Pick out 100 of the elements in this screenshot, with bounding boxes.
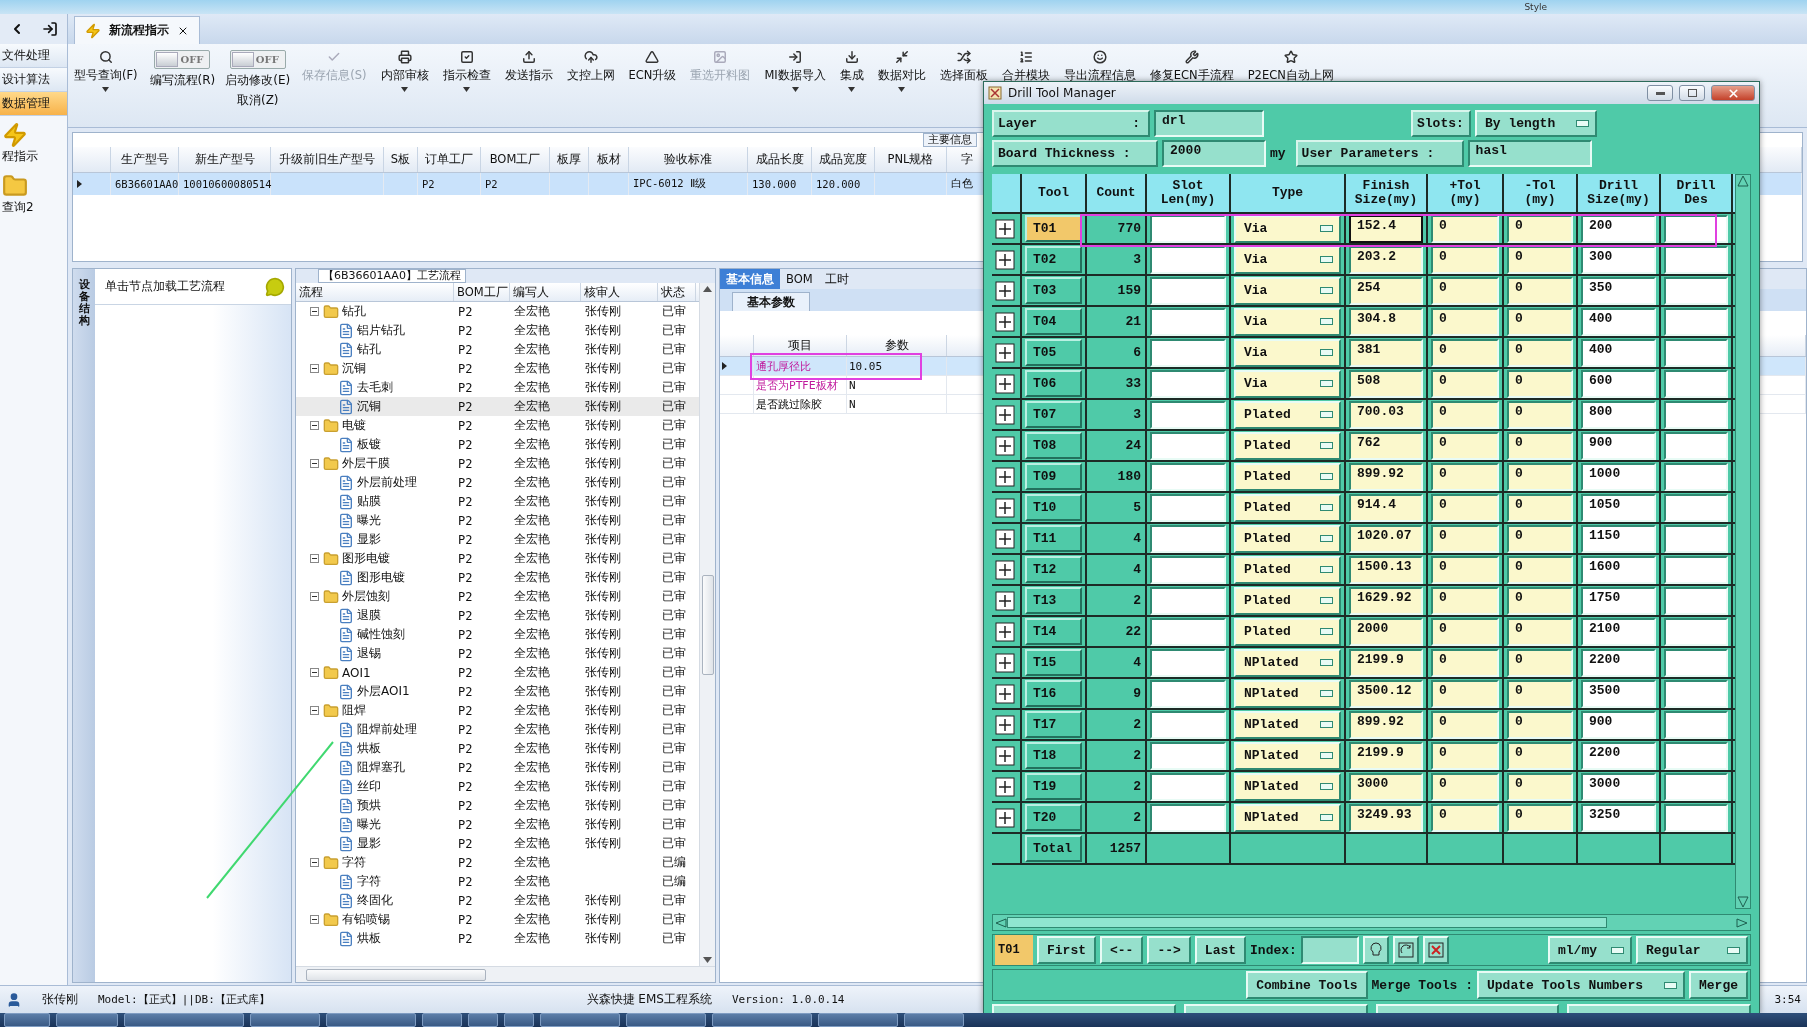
- minus-tolerance-field[interactable]: 0: [1507, 214, 1573, 243]
- type-dropdown[interactable]: Plated: [1234, 462, 1341, 491]
- type-dropdown[interactable]: Plated: [1234, 586, 1341, 615]
- drill-size-field[interactable]: 1000: [1581, 462, 1656, 491]
- drill-size-field[interactable]: 3250: [1581, 803, 1656, 832]
- finish-size-field[interactable]: 381: [1349, 338, 1423, 367]
- tree-node-label[interactable]: 去毛刺: [357, 379, 393, 396]
- tree-node-label[interactable]: 阻焊前处理: [357, 721, 417, 738]
- tree-node-label[interactable]: 丝印: [357, 778, 381, 795]
- tree-node-label[interactable]: 曝光: [357, 512, 381, 529]
- minus-tolerance-field[interactable]: 0: [1507, 524, 1573, 553]
- minus-tolerance-field[interactable]: 0: [1507, 338, 1573, 367]
- type-dropdown[interactable]: NPlated: [1234, 648, 1341, 677]
- tree-node-label[interactable]: 阻焊塞孔: [357, 759, 405, 776]
- navigation-button[interactable]: Last: [1194, 936, 1247, 964]
- toolbar-button[interactable]: 数据对比: [875, 48, 928, 94]
- finish-size-field[interactable]: 304.8: [1349, 307, 1423, 336]
- finish-size-field[interactable]: 899.92: [1349, 710, 1423, 739]
- drill-size-field[interactable]: 800: [1581, 400, 1656, 429]
- tool-button[interactable]: T07: [1025, 401, 1082, 428]
- tab[interactable]: 基本参数: [732, 292, 810, 311]
- tree-node-label[interactable]: 字符: [357, 873, 381, 890]
- tool-button[interactable]: T09: [1025, 463, 1082, 490]
- type-dropdown[interactable]: NPlated: [1234, 803, 1341, 832]
- plus-tolerance-field[interactable]: 0: [1431, 400, 1499, 429]
- minus-tolerance-field[interactable]: 0: [1507, 493, 1573, 522]
- shortcut-label[interactable]: 程指示: [2, 148, 38, 165]
- type-dropdown[interactable]: Plated: [1234, 555, 1341, 584]
- minus-tolerance-field[interactable]: 0: [1507, 710, 1573, 739]
- tree-node-label[interactable]: 电镀: [342, 417, 366, 434]
- drill-size-field[interactable]: 400: [1581, 307, 1656, 336]
- style-menu[interactable]: Style: [1524, 2, 1547, 12]
- toolbar-button[interactable]: 选择面板: [937, 48, 990, 85]
- plus-tolerance-field[interactable]: 0: [1431, 369, 1499, 398]
- tab[interactable]: 工时: [818, 269, 855, 289]
- tree-node-label[interactable]: 显影: [357, 835, 381, 852]
- tool-button[interactable]: T16: [1025, 680, 1082, 707]
- minus-tolerance-field[interactable]: 0: [1507, 741, 1573, 770]
- toolbar-button[interactable]: MI数据导入: [762, 48, 828, 94]
- plus-tolerance-field[interactable]: 0: [1431, 679, 1499, 708]
- navigation-button[interactable]: First: [1037, 936, 1096, 964]
- sidebar-item[interactable]: 数据管理: [0, 92, 67, 116]
- tree-node-label[interactable]: 终固化: [357, 892, 393, 909]
- finish-size-field[interactable]: 762: [1349, 431, 1423, 460]
- drill-size-field[interactable]: 300: [1581, 245, 1656, 274]
- toolbar-button[interactable]: 集成: [837, 48, 866, 94]
- tool-button[interactable]: T06: [1025, 370, 1082, 397]
- toolbar-button[interactable]: 文控上网: [564, 48, 617, 85]
- type-dropdown[interactable]: Via: [1234, 245, 1341, 274]
- tree-node-label[interactable]: 板镀: [357, 436, 381, 453]
- tree-node-label[interactable]: AOI1: [342, 665, 371, 680]
- tree-node-label[interactable]: 铝片钻孔: [357, 322, 405, 339]
- tool-button[interactable]: T08: [1025, 432, 1082, 459]
- type-dropdown[interactable]: Plated: [1234, 524, 1341, 553]
- tree-node-label[interactable]: 烘板: [357, 930, 381, 947]
- type-dropdown[interactable]: Plated: [1234, 617, 1341, 646]
- tree-node-label[interactable]: 外层干膜: [342, 455, 390, 472]
- toolbar-button[interactable]: 导出流程信息: [1061, 48, 1138, 85]
- merge-button[interactable]: Merge: [1689, 971, 1748, 999]
- units-dropdown[interactable]: ml/my: [1548, 936, 1632, 964]
- toolbar-button[interactable]: P2ECN自动上网: [1245, 48, 1336, 85]
- toolbar-button[interactable]: 指示检查: [440, 48, 493, 94]
- drill-size-field[interactable]: 600: [1581, 369, 1656, 398]
- tool-button[interactable]: T02: [1025, 246, 1082, 273]
- thickness-field[interactable]: 2000: [1162, 140, 1266, 167]
- document-tab[interactable]: 新流程指示: [74, 16, 200, 44]
- type-dropdown[interactable]: NPlated: [1234, 679, 1341, 708]
- drill-size-field[interactable]: 900: [1581, 710, 1656, 739]
- tool-button[interactable]: T15: [1025, 649, 1082, 676]
- plus-tolerance-field[interactable]: 0: [1431, 245, 1499, 274]
- plus-tolerance-field[interactable]: 0: [1431, 741, 1499, 770]
- toolbar-button[interactable]: 合并模块: [999, 48, 1052, 85]
- tree-node-label[interactable]: 有铅喷锡: [342, 911, 390, 928]
- type-dropdown[interactable]: Plated: [1234, 431, 1341, 460]
- minus-tolerance-field[interactable]: 0: [1507, 803, 1573, 832]
- finish-size-field[interactable]: 2000: [1349, 617, 1423, 646]
- finish-size-field[interactable]: 203.2: [1349, 245, 1423, 274]
- tree-node-label[interactable]: 曝光: [357, 816, 381, 833]
- tool-button[interactable]: T10: [1025, 494, 1082, 521]
- drill-size-field[interactable]: 200: [1581, 214, 1656, 243]
- tool-button[interactable]: T11: [1025, 525, 1082, 552]
- tree-node-label[interactable]: 贴膜: [357, 493, 381, 510]
- finish-size-field[interactable]: 700.03: [1349, 400, 1423, 429]
- plus-tolerance-field[interactable]: 0: [1431, 524, 1499, 553]
- minus-tolerance-field[interactable]: 0: [1507, 431, 1573, 460]
- tree-node-label[interactable]: 显影: [357, 531, 381, 548]
- tool-button[interactable]: T12: [1025, 556, 1082, 583]
- drill-size-field[interactable]: 2200: [1581, 741, 1656, 770]
- drill-size-field[interactable]: 2200: [1581, 648, 1656, 677]
- toggle-switch[interactable]: OFF: [229, 50, 286, 69]
- finish-size-field[interactable]: 1500.13: [1349, 555, 1423, 584]
- tree-node-label[interactable]: 烘板: [357, 740, 381, 757]
- plus-tolerance-field[interactable]: 0: [1431, 710, 1499, 739]
- minus-tolerance-field[interactable]: 0: [1507, 245, 1573, 274]
- plus-tolerance-field[interactable]: 0: [1431, 307, 1499, 336]
- toolbar-button[interactable]: 修复ECN手流程: [1147, 48, 1236, 85]
- toolbar-button[interactable]: ECN升级: [626, 48, 679, 85]
- finish-size-field[interactable]: 508: [1349, 369, 1423, 398]
- type-dropdown[interactable]: Via: [1234, 307, 1341, 336]
- toolbar-button[interactable]: 型号查询(F): [72, 48, 140, 94]
